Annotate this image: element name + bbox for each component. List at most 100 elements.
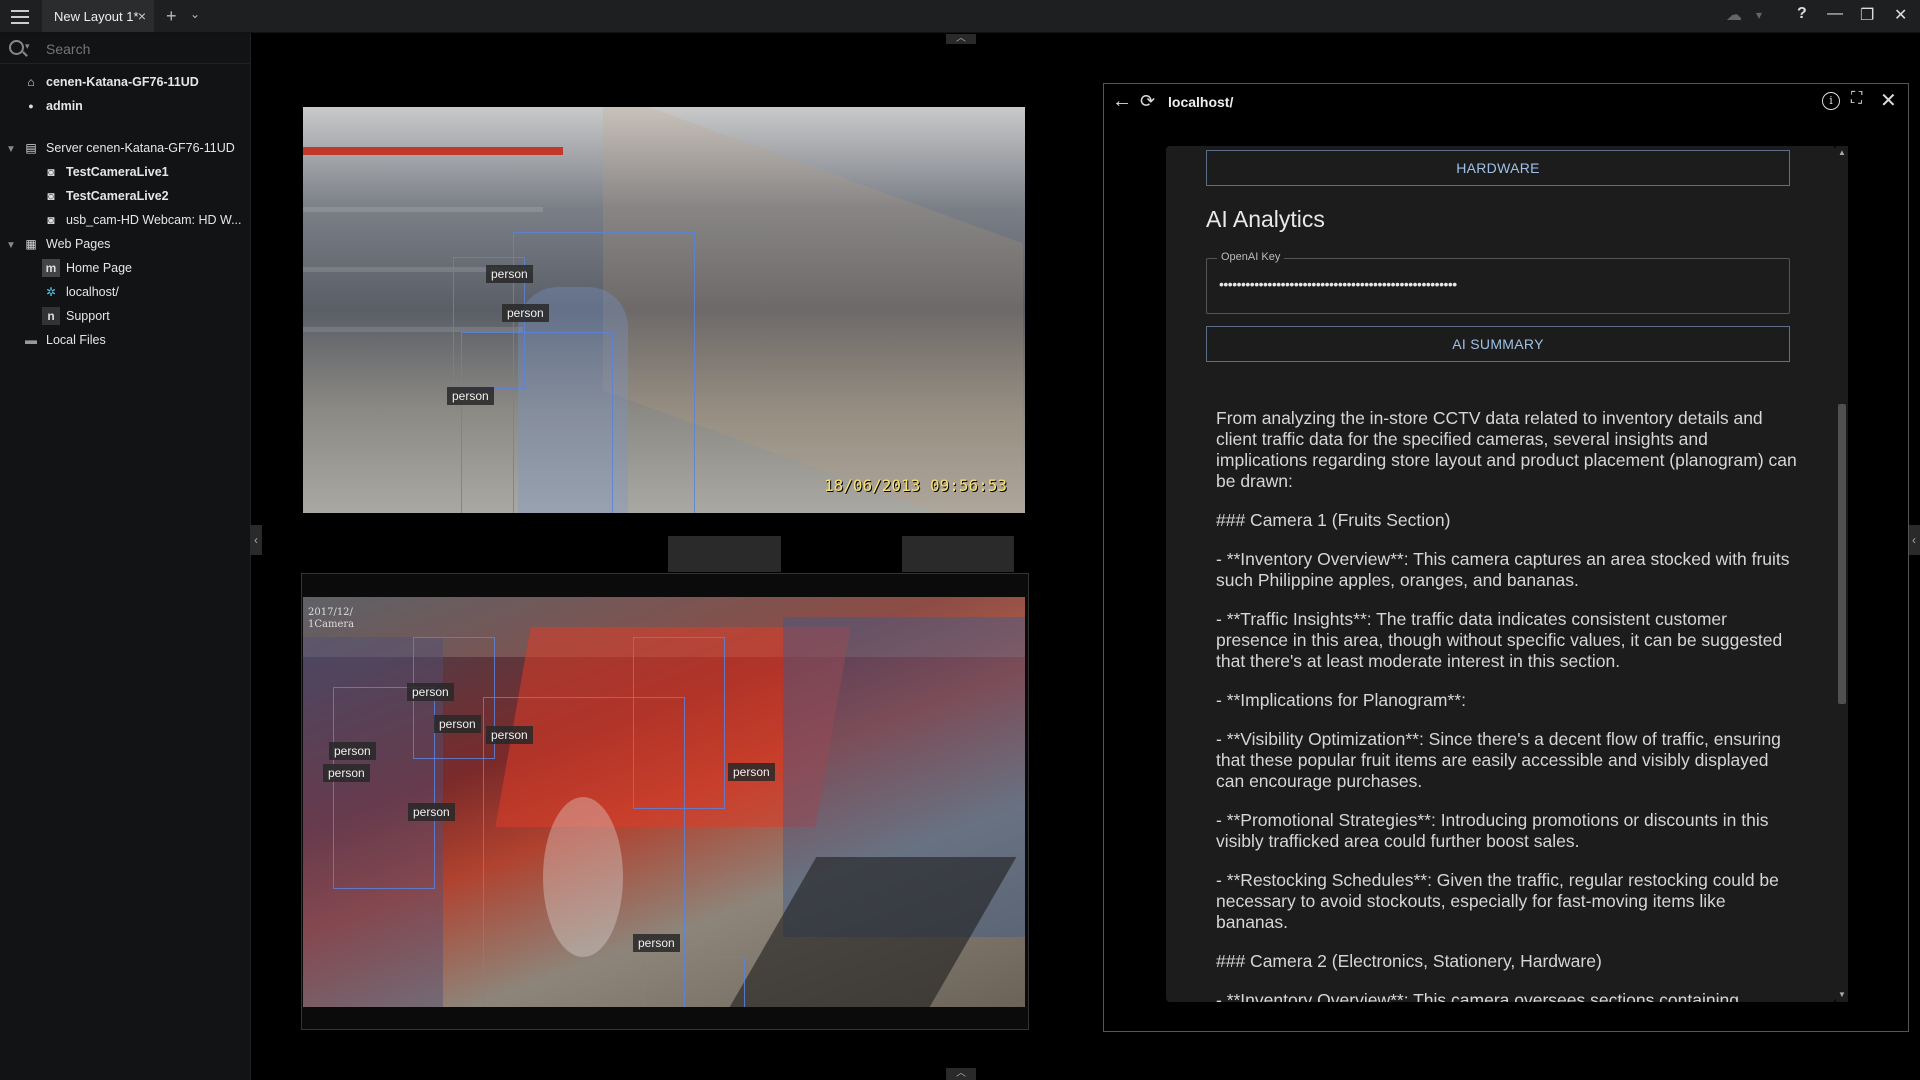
web-page-panel: ← ⟳ localhost/ i ⛶ ✕ HARDWARE AI Analyti… xyxy=(1103,83,1909,1032)
detection-label: person xyxy=(486,726,533,744)
tree-item-user[interactable]: ● admin xyxy=(22,95,83,117)
search-icon[interactable] xyxy=(9,40,24,55)
hardware-button[interactable]: HARDWARE xyxy=(1206,150,1790,186)
camera-view-1[interactable]: person person person xyxy=(303,107,1025,513)
tree-item-label: Web Pages xyxy=(46,237,111,251)
fullscreen-icon[interactable]: ⛶ xyxy=(1851,90,1862,108)
minimize-icon[interactable]: — xyxy=(1827,5,1843,23)
view-placeholder xyxy=(902,536,1014,572)
shelf-decoration xyxy=(303,147,563,155)
detection-label: person xyxy=(329,742,376,760)
section-title: AI Analytics xyxy=(1206,206,1325,232)
m-logo-icon: m xyxy=(42,259,60,277)
detection-label: person xyxy=(434,715,481,733)
scrollbar-thumb[interactable] xyxy=(1838,404,1846,704)
tree-item-label: Local Files xyxy=(46,333,106,347)
tree-item-label: localhost/ xyxy=(66,285,119,299)
tree-item-web-pages[interactable]: ▦ Web Pages xyxy=(22,233,110,255)
camera2-timestamp: 2017/12/ 1Camera xyxy=(308,607,354,631)
tab-close-icon[interactable]: × xyxy=(138,8,146,24)
collapse-bottom-button[interactable]: ︿ xyxy=(946,1068,976,1080)
react-icon: ✲ xyxy=(45,285,57,299)
collapse-right-button[interactable]: ‹ xyxy=(1908,525,1920,555)
camera1-timestamp: 18/06/2013 09:56:53 xyxy=(824,476,1008,495)
summary-paragraph: - **Implications for Planogram**: xyxy=(1216,690,1466,710)
summary-paragraph: - **Traffic Insights**: The traffic data… xyxy=(1216,609,1783,671)
camera-icon: ◙ xyxy=(47,189,55,203)
add-tab-icon[interactable]: + xyxy=(166,6,177,27)
camera-icon: ◙ xyxy=(47,165,55,179)
server-icon: ▤ xyxy=(25,141,37,155)
tree-item-label: TestCameraLive1 xyxy=(66,165,169,179)
tree-item-label: Support xyxy=(66,309,110,323)
camera2-timestamp-line2: 1Camera xyxy=(308,619,355,630)
tree-item-testcameralive1[interactable]: ◙ TestCameraLive1 xyxy=(42,161,169,183)
tab-label: New Layout 1* xyxy=(54,8,139,24)
tab-list-chevron-icon[interactable]: ⌄ xyxy=(190,7,200,21)
tree-item-label: usb_cam-HD Webcam: HD W... xyxy=(66,213,242,227)
tree-item-label: Server cenen-Katana-GF76-11UD xyxy=(46,141,235,155)
detection-box xyxy=(513,232,695,513)
reload-icon[interactable]: ⟳ xyxy=(1140,91,1155,112)
detection-label: person xyxy=(408,803,455,821)
help-icon[interactable]: ? xyxy=(1797,5,1807,23)
cloud-chevron-icon[interactable]: ▾ xyxy=(1756,8,1762,22)
summary-paragraph: - **Promotional Strategies**: Introducin… xyxy=(1216,810,1769,851)
expand-arrow-icon[interactable]: ▼ xyxy=(6,240,16,251)
web-page-content: HARDWARE AI Analytics OpenAI Key •••••••… xyxy=(1166,146,1836,1002)
tree-item-label: Home Page xyxy=(66,261,133,275)
tree-item-server[interactable]: ▤ Server cenen-Katana-GF76-11UD xyxy=(22,137,235,159)
info-icon[interactable]: i xyxy=(1822,92,1840,110)
detection-label: person xyxy=(407,683,454,701)
detection-label: person xyxy=(486,265,533,283)
tree-item-usb-cam[interactable]: ◙ usb_cam-HD Webcam: HD W... xyxy=(42,209,242,231)
summary-paragraph: - **Visibility Optimization**: Since the… xyxy=(1216,729,1781,791)
summary-paragraph: - **Inventory Overview**: This camera ov… xyxy=(1216,990,1739,1002)
view-placeholder xyxy=(668,536,781,572)
scroll-down-arrow-icon[interactable]: ▼ xyxy=(1838,990,1846,999)
back-arrow-icon[interactable]: ← xyxy=(1112,90,1132,113)
restore-icon[interactable]: ❐ xyxy=(1860,5,1874,25)
search-input[interactable] xyxy=(44,38,243,60)
hamburger-menu-icon[interactable] xyxy=(8,6,32,26)
tree-item-label: admin xyxy=(46,99,83,113)
detection-box xyxy=(633,637,725,809)
ai-summary-text: From analyzing the in-store CCTV data re… xyxy=(1216,408,1800,1002)
address-label: localhost/ xyxy=(1168,94,1234,110)
tree-item-localhost[interactable]: ✲ localhost/ xyxy=(42,281,119,303)
tree-item-system[interactable]: ⌂ cenen-Katana-GF76-11UD xyxy=(22,71,199,93)
user-icon: ● xyxy=(28,101,34,111)
close-panel-icon[interactable]: ✕ xyxy=(1880,88,1897,113)
detection-label: person xyxy=(502,304,549,322)
close-window-icon[interactable]: ✕ xyxy=(1894,5,1907,25)
cloud-icon[interactable]: ☁ xyxy=(1726,5,1742,25)
ai-summary-button[interactable]: AI SUMMARY xyxy=(1206,326,1790,362)
summary-paragraph: From analyzing the in-store CCTV data re… xyxy=(1216,408,1797,491)
title-bar: New Layout 1* × + ⌄ ☁ ▾ ? — ❐ ✕ xyxy=(0,0,1920,33)
detection-label: person xyxy=(728,763,775,781)
openai-key-value[interactable]: ••••••••••••••••••••••••••••••••••••••••… xyxy=(1219,276,1457,292)
tree-item-testcameralive2[interactable]: ◙ TestCameraLive2 xyxy=(42,185,168,207)
detection-label: person xyxy=(323,764,370,782)
tree-item-home-page[interactable]: m Home Page xyxy=(42,257,132,279)
folder-icon: ▬ xyxy=(25,333,37,347)
tree-item-local-files[interactable]: ▬ Local Files xyxy=(22,329,106,351)
scroll-up-arrow-icon[interactable]: ▲ xyxy=(1838,148,1846,157)
tree-item-support[interactable]: n Support xyxy=(42,305,110,327)
tab-new-layout[interactable]: New Layout 1* × xyxy=(42,0,154,32)
tree-item-label: cenen-Katana-GF76-11UD xyxy=(46,75,199,89)
summary-paragraph: ### Camera 1 (Fruits Section) xyxy=(1216,510,1451,530)
collapse-sidebar-button[interactable]: ‹ xyxy=(250,525,262,555)
camera-view-2[interactable]: person person person person person perso… xyxy=(303,597,1025,1007)
expand-arrow-icon[interactable]: ▼ xyxy=(6,144,16,155)
search-options-chevron-icon[interactable]: ▾ xyxy=(25,41,30,52)
home-icon: ⌂ xyxy=(27,75,35,89)
n-logo-icon: n xyxy=(42,307,60,325)
collapse-top-button[interactable]: ︿ xyxy=(946,34,976,44)
summary-paragraph: ### Camera 2 (Electronics, Stationery, H… xyxy=(1216,951,1602,971)
camera-icon: ◙ xyxy=(47,213,55,227)
openai-key-label: OpenAI Key xyxy=(1217,251,1285,263)
resource-tree-sidebar: ▾ ⌂ cenen-Katana-GF76-11UD ● admin ▼ ▤ S… xyxy=(0,33,251,1080)
openai-key-field[interactable]: OpenAI Key •••••••••••••••••••••••••••••… xyxy=(1206,251,1790,314)
detection-label: person xyxy=(447,387,494,405)
